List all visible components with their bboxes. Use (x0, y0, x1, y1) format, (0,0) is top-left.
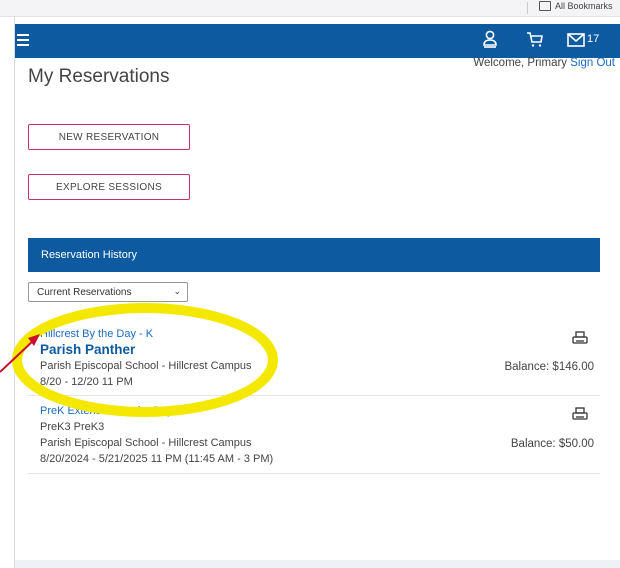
reservation-item: PreK Extension By the Day PreK3 PreK3 Pa… (28, 396, 600, 474)
footer-strip (15, 560, 620, 568)
all-bookmarks-label: All Bookmarks (555, 1, 613, 11)
sign-out-link[interactable]: Sign Out (570, 57, 615, 69)
all-bookmarks-button[interactable]: All Bookmarks (539, 1, 613, 11)
reservation-dates: 8/20 - 12/20 11 PM (40, 376, 133, 388)
message-count-badge: 17 (587, 33, 600, 45)
print-icon[interactable] (572, 331, 588, 347)
print-icon[interactable] (572, 407, 588, 423)
folder-icon (539, 1, 551, 11)
reservation-session-link[interactable]: PreK Extension By the Day (40, 405, 173, 417)
reservation-balance: Balance: $50.00 (510, 438, 594, 450)
user-icon[interactable] (483, 30, 497, 48)
browser-bookmarks-bar: All Bookmarks (0, 0, 620, 17)
reservation-student: Parish Panther (40, 342, 136, 357)
reservation-dates: 8/20/2024 - 5/21/2025 11 PM (11:45 AM - … (40, 453, 274, 465)
reservation-school: Parish Episcopal School - Hillcrest Camp… (40, 360, 252, 372)
cart-icon[interactable] (526, 30, 544, 48)
top-nav-bar: 17 (15, 24, 620, 58)
mail-icon[interactable] (567, 33, 585, 47)
reservation-filter-select[interactable]: Current Reservations ⌄ (28, 282, 188, 302)
explore-sessions-button[interactable]: EXPLORE SESSIONS (28, 174, 190, 200)
chevron-down-icon: ⌄ (173, 286, 181, 296)
content-left-border (14, 16, 15, 568)
reservation-history-header: Reservation History (28, 238, 600, 272)
bookmarks-separator (527, 2, 528, 14)
menu-icon[interactable] (17, 34, 29, 46)
welcome-text: Welcome, Primary (473, 57, 568, 69)
reservation-student: PreK3 PreK3 (40, 421, 105, 433)
reservation-school: Parish Episcopal School - Hillcrest Camp… (40, 437, 252, 449)
welcome-message: Welcome, Primary Sign Out (473, 57, 615, 69)
reservation-session-link[interactable]: Hillcrest By the Day - K (40, 328, 153, 340)
page-title: My Reservations (28, 66, 170, 87)
reservation-balance: Balance: $146.00 (504, 361, 594, 373)
reservation-item: Hillcrest By the Day - K Parish Panther … (28, 320, 600, 396)
filter-selected-value: Current Reservations (37, 286, 132, 298)
new-reservation-button[interactable]: NEW RESERVATION (28, 124, 190, 150)
